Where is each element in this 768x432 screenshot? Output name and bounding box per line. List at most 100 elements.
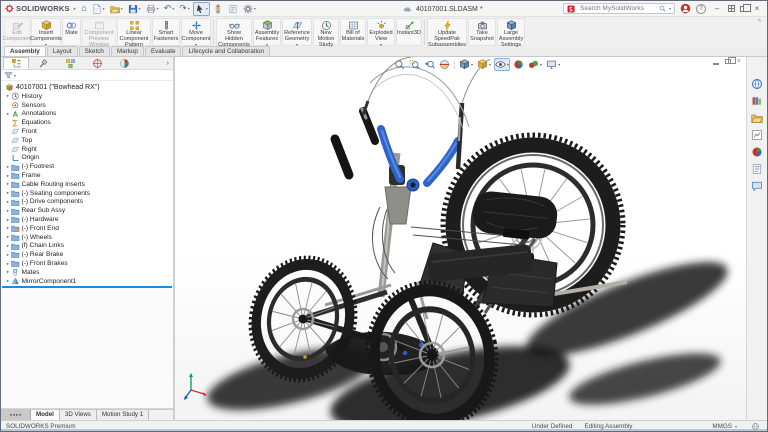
- tree-item-top-plane[interactable]: Top: [1, 136, 173, 145]
- graphics-area[interactable]: ▾ ▾ ▾ ▾ ▾ ×: [175, 57, 746, 420]
- status-units-selector[interactable]: MMGS▾: [712, 423, 737, 430]
- solidworks-resources-button[interactable]: [750, 77, 765, 90]
- tab-motion-study-1[interactable]: Motion Study 1: [97, 410, 149, 420]
- search-dropdown-icon[interactable]: ▾: [669, 6, 671, 11]
- tab-lifecycle-and-collaboration[interactable]: Lifecycle and Collaboration: [182, 46, 270, 56]
- close-button[interactable]: ×: [751, 5, 763, 13]
- design-library-button[interactable]: [750, 94, 765, 107]
- solidworks-forum-button[interactable]: [750, 179, 765, 192]
- tree-item-annotations[interactable]: ▸Annotations: [1, 110, 173, 119]
- custom-properties-button[interactable]: [750, 162, 765, 175]
- tree-item-origin[interactable]: Origin: [1, 154, 173, 163]
- save-button[interactable]: ▾: [126, 2, 143, 16]
- ribbon-button-update-speedpak[interactable]: Update SpeedPak Subassemblies: [427, 18, 467, 46]
- zoom-to-fit-button[interactable]: [393, 58, 406, 71]
- tree-item-frame[interactable]: ▸Frame: [1, 171, 173, 180]
- tree-item-mirrorcomponent1[interactable]: ▸MirrorComponent1: [1, 277, 173, 286]
- minimize-button[interactable]: –: [711, 5, 723, 13]
- tab-configurationmanager[interactable]: [57, 57, 83, 69]
- tree-item-chain-links[interactable]: ▸(f) Chain Links: [1, 242, 173, 251]
- tree-item-front-end[interactable]: ▸(-) Front End: [1, 224, 173, 233]
- tree-item-wheels[interactable]: ▸(-) Wheels: [1, 233, 173, 242]
- tab-assembly[interactable]: Assembly: [4, 46, 46, 56]
- tab-3d-views[interactable]: 3D Views: [60, 410, 97, 420]
- ribbon-button-bill-of-materials[interactable]: Bill of Materials: [340, 18, 366, 46]
- tab-featuremanager-tree[interactable]: [3, 57, 29, 69]
- cascade-windows-button[interactable]: [740, 6, 746, 12]
- tab-propertymanager[interactable]: [30, 57, 56, 69]
- ribbon-button-assembly-features[interactable]: Assembly Features▾: [253, 18, 281, 46]
- tab-markup[interactable]: Markup: [111, 46, 144, 56]
- view-orientation-button[interactable]: ▾: [458, 58, 474, 71]
- ribbon-button-mate[interactable]: Mate: [62, 18, 81, 46]
- tree-item-front-plane[interactable]: Front: [1, 127, 173, 136]
- search-input[interactable]: [578, 4, 656, 13]
- tab-layout[interactable]: Layout: [47, 46, 78, 56]
- file-properties-button[interactable]: [226, 2, 240, 16]
- doc-close-icon[interactable]: ×: [737, 58, 741, 65]
- panel-expand-chevron[interactable]: ›: [167, 60, 171, 67]
- units-dropdown-icon[interactable]: ▾: [735, 424, 737, 429]
- new-document-button[interactable]: ▾: [90, 2, 107, 16]
- tree-item-hardware[interactable]: ▸(-) Hardware: [1, 215, 173, 224]
- tree-item-right-plane[interactable]: Right: [1, 145, 173, 154]
- filter-dropdown-icon[interactable]: ▾: [14, 73, 16, 78]
- ribbon-button-smart-fasteners[interactable]: Smart Fasteners: [152, 18, 180, 46]
- hide-show-items-button[interactable]: ▾: [494, 58, 510, 71]
- restore-button[interactable]: [728, 5, 735, 12]
- rebuild-button[interactable]: [211, 2, 225, 16]
- tree-item-history[interactable]: ▸History: [1, 92, 173, 101]
- tree-item-rear-brake[interactable]: ▸(-) Rear Brake: [1, 250, 173, 259]
- help-button[interactable]: ?: [696, 4, 706, 14]
- edit-appearance-button[interactable]: [512, 58, 525, 71]
- user-avatar[interactable]: [680, 3, 691, 14]
- model-viewport-bowhead-rx[interactable]: [175, 57, 746, 420]
- tab-evaluate[interactable]: Evaluate: [145, 46, 182, 56]
- undo-button[interactable]: ↶▾: [162, 2, 177, 15]
- tab-model[interactable]: Model: [31, 410, 60, 420]
- tab-displaymanager[interactable]: [111, 57, 137, 69]
- ribbon-button-exploded-view[interactable]: Exploded View▾: [367, 18, 395, 46]
- ribbon-button-show-hidden-components[interactable]: Show Hidden Components: [216, 18, 252, 46]
- tab-dimxpertmanager[interactable]: [84, 57, 110, 69]
- redo-button[interactable]: ↷▾: [177, 2, 192, 15]
- print-button[interactable]: ▾: [144, 2, 161, 16]
- view-palette-button[interactable]: [750, 128, 765, 141]
- ribbon-button-move-component[interactable]: Move Component▾: [181, 18, 211, 46]
- tree-item-drive-components[interactable]: ▸(-) Drive components: [1, 198, 173, 207]
- search-icon[interactable]: [659, 5, 666, 12]
- ribbon-button-reference-geometry[interactable]: Reference Geometry▾: [282, 18, 312, 46]
- tree-item-equations[interactable]: Equations: [1, 118, 173, 127]
- ribbon-button-take-snapshot[interactable]: Take Snapshot: [468, 18, 496, 46]
- tree-item-seating-components[interactable]: ▸(-) Seating components: [1, 189, 173, 198]
- ribbon-button-new-motion-study[interactable]: New Motion Study: [313, 18, 339, 46]
- tree-item-front-brakes[interactable]: ▸(-) Front Brakes: [1, 259, 173, 268]
- filter-funnel-icon[interactable]: [4, 71, 13, 80]
- ribbon-collapse-chevron[interactable]: ^: [754, 18, 765, 27]
- tree-item-cable-routing-inserts[interactable]: ▸Cable Routing Inserts: [1, 180, 173, 189]
- tree-root-assembly[interactable]: 40107001 ("Bowhead RX"): [1, 82, 173, 92]
- tree-item-mates[interactable]: ▸Mates: [1, 268, 173, 277]
- ribbon-button-large-assembly-settings[interactable]: Large Assembly Settings: [497, 18, 525, 46]
- appearances-scenes-button[interactable]: [750, 145, 765, 158]
- file-explorer-button[interactable]: [750, 111, 765, 124]
- menu-expand-arrow-icon[interactable]: ▸: [74, 6, 77, 12]
- home-button[interactable]: ⌂: [79, 2, 88, 15]
- ribbon-button-insert-components[interactable]: Insert Components▾: [31, 18, 61, 46]
- options-button[interactable]: ▾: [241, 2, 258, 16]
- doc-restore-icon[interactable]: [725, 59, 731, 64]
- search-box[interactable]: ▾: [563, 3, 675, 14]
- view-settings-button[interactable]: ▾: [545, 58, 561, 71]
- zoom-to-area-button[interactable]: [408, 58, 421, 71]
- hand-cranks[interactable]: [335, 101, 462, 191]
- ribbon-button-linear-component-pattern[interactable]: Linear Component Pattern▾: [117, 18, 151, 46]
- apply-scene-button[interactable]: ▾: [527, 58, 543, 71]
- status-globe-icon[interactable]: [751, 422, 760, 431]
- tab-scroll-control[interactable]: ◂◂▸▸: [1, 410, 31, 420]
- select-tool-button[interactable]: ▾: [193, 2, 210, 16]
- previous-view-button[interactable]: [423, 58, 436, 71]
- open-button[interactable]: ▾: [108, 2, 125, 16]
- tree-item-rear-sub-assy[interactable]: ▸Rear Sub Assy: [1, 206, 173, 215]
- tree-item-sensors[interactable]: Sensors: [1, 101, 173, 110]
- section-view-button[interactable]: [438, 58, 451, 71]
